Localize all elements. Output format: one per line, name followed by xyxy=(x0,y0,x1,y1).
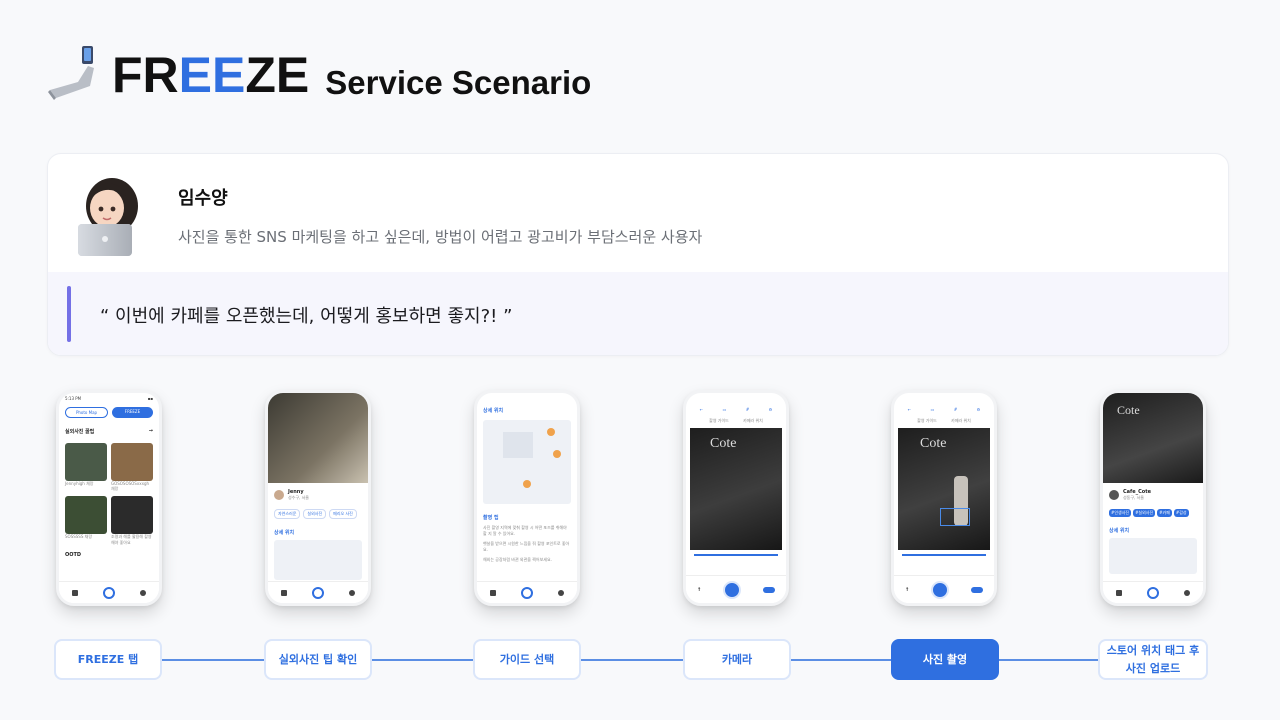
avatar xyxy=(274,490,284,500)
home-icon[interactable] xyxy=(1115,589,1122,596)
hand-phone-icon xyxy=(48,44,98,100)
tag-chip[interactable]: 자연스러운 xyxy=(274,509,301,519)
step-select-guide: 가이드 선택 xyxy=(473,639,581,680)
signal-icon: ▪▪ xyxy=(147,396,153,401)
home-icon[interactable] xyxy=(280,589,287,596)
camera-icon[interactable] xyxy=(1146,586,1159,599)
guide-label[interactable]: 촬영 가이드 xyxy=(709,418,729,424)
profile-icon[interactable] xyxy=(349,589,356,596)
phone-screen-guide-select: 상세 위치 촬영 팁 사진 촬영 지역에 맞춰 촬영 시 어떤 포즈를 취해야 … xyxy=(474,390,580,606)
photo-hero: Cote xyxy=(1103,393,1203,483)
map-preview xyxy=(274,540,362,580)
camera-viewfinder[interactable]: Cote xyxy=(690,428,782,550)
arrow-right-icon[interactable]: → xyxy=(149,428,153,435)
photo-card[interactable]: SOSSSSS 채랑 xyxy=(65,496,107,546)
profile-icon[interactable] xyxy=(140,589,147,596)
guide-label[interactable]: 촬영 가이드 xyxy=(917,418,937,424)
settings-icon[interactable]: ⚙ xyxy=(977,407,981,412)
map-preview xyxy=(1109,538,1197,574)
page-header: FREEZE Service Scenario xyxy=(48,44,591,100)
settings-icon[interactable]: ⚙ xyxy=(769,407,773,412)
section-title: 상세 위치 xyxy=(1109,528,1130,534)
shutter-button[interactable] xyxy=(931,580,950,599)
map-preview xyxy=(483,420,571,504)
shutter-button[interactable] xyxy=(723,580,742,599)
tag-chip[interactable]: #인생사진 xyxy=(1109,509,1132,517)
tip-item: 사진 촬영 지역에 맞춰 촬영 시 어떤 포즈를 취해야 할 지 알 수 있어요… xyxy=(483,525,567,536)
tips-title: 촬영 팁 xyxy=(483,515,499,521)
persona-quote: “ 이번에 카페를 오픈했는데, 어떻게 홍보하면 좋지?! ” xyxy=(100,306,513,327)
camera-controls: ↑ xyxy=(894,575,994,603)
bottom-nav xyxy=(477,581,577,603)
home-icon[interactable] xyxy=(71,589,78,596)
tag-chip[interactable]: #감성 xyxy=(1173,509,1189,517)
photo-hero xyxy=(268,393,368,483)
bottom-nav xyxy=(268,581,368,603)
persona-card: 임수양 사진을 통한 SNS 마케팅을 하고 싶은데, 방법이 어렵고 광고비가… xyxy=(47,153,1229,356)
phone-screen-upload: Cote Cafe_Cote 성동구, 서울 #인생사진 #실외사진 #카페 #감… xyxy=(1100,390,1206,606)
section-title: 상세 위치 xyxy=(274,530,295,536)
persona-description: 사진을 통한 SNS 마케팅을 하고 싶은데, 방법이 어렵고 광고비가 부담스… xyxy=(178,228,703,246)
step-take-photo: 사진 촬영 xyxy=(891,639,999,680)
step-check-tips: 실외사진 팁 확인 xyxy=(264,639,372,680)
tab-freeze[interactable]: FREEZE xyxy=(112,407,153,418)
tag-chip[interactable]: #실외사진 xyxy=(1133,509,1156,517)
phone-screen-camera: ← ▭ # ⚙ 촬영 가이드 카메라 위치 Cote ↑ xyxy=(683,390,789,606)
camera-icon[interactable] xyxy=(520,586,533,599)
grid-icon[interactable]: # xyxy=(746,407,749,412)
camera-controls: ↑ xyxy=(686,575,786,603)
profile-icon[interactable] xyxy=(1184,589,1191,596)
section-title-ootd: OOTD xyxy=(65,552,82,558)
grid-icon[interactable]: # xyxy=(954,407,957,412)
camera-viewfinder[interactable]: Cote xyxy=(898,428,990,550)
brand-logo: FREEZE xyxy=(112,47,310,103)
toggle-switch[interactable] xyxy=(971,586,983,593)
phone-screen-capture: ← ▭ # ⚙ 촬영 가이드 카메라 위치 Cote ↑ xyxy=(891,390,997,606)
photo-card[interactable]: 조명과 해를 활용해 촬영해야 좋아요 xyxy=(111,496,153,546)
tab-photo-map[interactable]: Photo Map xyxy=(65,407,108,418)
home-icon[interactable] xyxy=(489,589,496,596)
upload-icon[interactable]: ↑ xyxy=(905,587,909,593)
tip-item: 햇살을 받으면 시원한 느낌을 줘 촬영 포인트로 좋아요. xyxy=(483,541,570,552)
quote-accent-bar xyxy=(67,286,71,342)
step-camera: 카메라 xyxy=(683,639,791,680)
step-freeze-tab: FREEZE 탭 xyxy=(54,639,162,680)
gallery-icon[interactable]: ▭ xyxy=(931,407,935,412)
phone-screen-freeze-tab: 5:13 PM ▪▪ Photo Map FREEZE 실외사진 꿀팁 → Jen… xyxy=(56,390,162,606)
back-icon[interactable]: ← xyxy=(908,407,911,412)
position-label[interactable]: 카메라 위치 xyxy=(951,418,971,424)
phone-screen-tip-detail: Jenny 성수구, 서울 자연스러운 실외사진 메리오 사진 상세 위치 xyxy=(265,390,371,606)
slider-track[interactable] xyxy=(902,554,986,556)
photo-card[interactable]: GOSOSOSOSxxxgh 채랑 xyxy=(111,443,153,492)
persona-name: 임수양 xyxy=(178,188,228,209)
section-title: 상세 위치 xyxy=(483,408,504,414)
tip-item: 해외는 공장처럼 바뀐 외관을 찍어보세요. xyxy=(483,557,552,562)
creator-location: 성수구, 서울 xyxy=(288,495,309,500)
section-title: 실외사진 꿀팁 xyxy=(65,429,95,435)
bottom-nav xyxy=(1103,581,1203,603)
avatar xyxy=(1109,490,1119,500)
step-upload-with-tag: 스토어 위치 태그 후 사진 업로드 xyxy=(1098,639,1208,680)
tag-chip[interactable]: #카페 xyxy=(1157,509,1172,517)
camera-icon[interactable] xyxy=(102,586,115,599)
upload-icon[interactable]: ↑ xyxy=(697,587,701,593)
camera-icon[interactable] xyxy=(311,586,324,599)
tag-chip[interactable]: 실외사진 xyxy=(303,509,327,519)
profile-icon[interactable] xyxy=(558,589,565,596)
status-time: 5:13 PM xyxy=(65,396,82,401)
laptop-user-avatar xyxy=(74,176,144,258)
back-icon[interactable]: ← xyxy=(700,407,703,412)
photo-card[interactable]: Jennyhigh 채랑 xyxy=(65,443,107,492)
tag-chip[interactable]: 메리오 사진 xyxy=(329,509,357,519)
bottom-nav xyxy=(59,581,159,603)
gallery-icon[interactable]: ▭ xyxy=(723,407,727,412)
page-subtitle: Service Scenario xyxy=(325,64,592,101)
position-label[interactable]: 카메라 위치 xyxy=(743,418,763,424)
slider-track[interactable] xyxy=(694,554,778,556)
toggle-switch[interactable] xyxy=(763,586,775,593)
store-location: 성동구, 서울 xyxy=(1123,495,1144,500)
persona-quote-row: “ 이번에 카페를 오픈했는데, 어떻게 홍보하면 좋지?! ” xyxy=(48,272,1228,355)
